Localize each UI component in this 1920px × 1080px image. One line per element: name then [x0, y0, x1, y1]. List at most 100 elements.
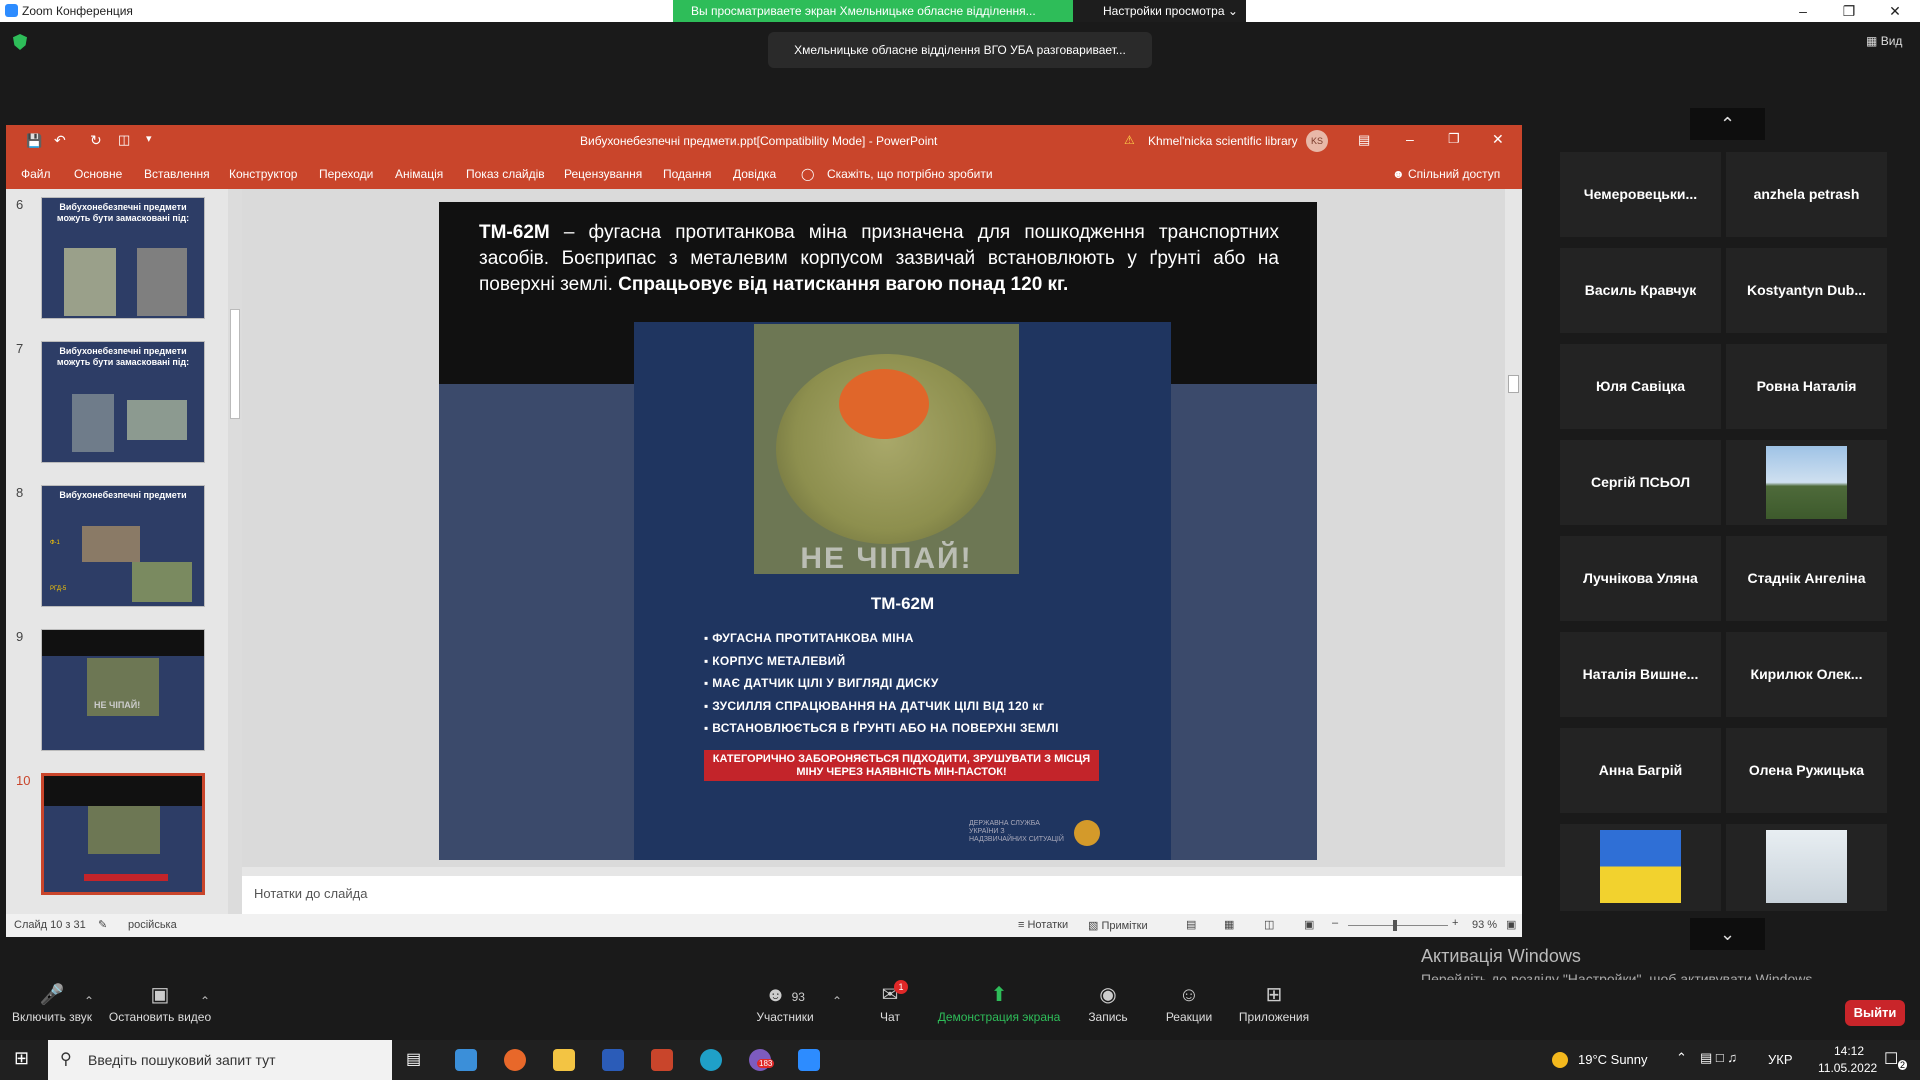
view-options-button[interactable]: Настройки просмотра ⌄	[1073, 0, 1246, 22]
view-button[interactable]: ▦ Вид	[1866, 34, 1902, 48]
participant-tile[interactable]: Лучнікова Уляна	[1560, 536, 1721, 621]
edge-icon[interactable]	[700, 1049, 722, 1071]
slide-thumbnail-8[interactable]: Вибухонебезпечні предмети Ф-1 РГД-5	[41, 485, 205, 607]
tab-review[interactable]: Рецензування	[564, 167, 642, 181]
participant-tile[interactable]: Анна Багрій	[1560, 728, 1721, 813]
start-slideshow-icon[interactable]: ◫	[118, 132, 130, 148]
undo-icon[interactable]: ↶	[54, 132, 66, 149]
redo-icon[interactable]: ↻	[90, 132, 102, 149]
chevron-up-icon[interactable]: ⌃	[84, 994, 94, 1008]
minimize-icon[interactable]: –	[1780, 0, 1826, 22]
tab-insert[interactable]: Вставлення	[144, 167, 210, 181]
file-explorer-icon[interactable]	[553, 1049, 575, 1071]
slideshow-view-icon[interactable]: ▣	[1304, 918, 1314, 931]
participants-button[interactable]: ☻ 93 Участники	[748, 980, 822, 1024]
apps-button[interactable]: ⊞ Приложения	[1234, 980, 1314, 1024]
comments-toggle[interactable]: ▧ Примітки	[1088, 919, 1148, 932]
viber-icon[interactable]: 183	[749, 1049, 775, 1071]
participant-tile[interactable]: anzhela petrash	[1726, 152, 1887, 237]
stop-video-button[interactable]: ▣ Остановить видео	[108, 980, 212, 1024]
zoom-taskbar-icon[interactable]	[798, 1049, 820, 1071]
record-button[interactable]: ◉ Запись	[1086, 980, 1130, 1024]
chat-button[interactable]: ✉ Чат 1	[868, 980, 912, 1024]
tab-animations[interactable]: Анімація	[395, 167, 443, 181]
sorter-view-icon[interactable]: ▦	[1224, 918, 1234, 931]
share-button[interactable]: Спільний доступ	[1408, 167, 1500, 181]
word-icon[interactable]	[602, 1049, 624, 1071]
notes-toggle[interactable]: ≡ Нотатки	[1018, 919, 1068, 931]
zoom-level[interactable]: 93 %	[1472, 919, 1497, 931]
participant-tile[interactable]: Юля Савіцка	[1560, 344, 1721, 429]
slide-thumbnail-6[interactable]: Вибухонебезпечні предмети можуть бути за…	[41, 197, 205, 319]
scrollbar-thumb[interactable]	[230, 309, 240, 419]
slide-scrollbar[interactable]	[1505, 189, 1522, 867]
customize-qat-icon[interactable]: ▾	[146, 132, 152, 145]
participant-tile[interactable]: Василь Кравчук	[1560, 248, 1721, 333]
slide-thumbnail-9[interactable]: НЕ ЧІПАЙ!	[41, 629, 205, 751]
chevron-up-icon[interactable]: ⌃	[200, 994, 210, 1008]
clock-date[interactable]: 11.05.2022	[1818, 1061, 1877, 1075]
restore-icon[interactable]: ❐	[1826, 0, 1872, 22]
zoom-slider[interactable]	[1348, 920, 1448, 931]
tab-home[interactable]: Основне	[74, 167, 122, 181]
slide-thumbnail-10[interactable]	[41, 773, 205, 895]
fit-slide-icon[interactable]: ▣	[1506, 918, 1516, 931]
taskbar-search-input[interactable]: Введіть пошуковий запит тут	[48, 1040, 392, 1080]
participant-tile[interactable]: Сергій ПСЬОЛ	[1560, 440, 1721, 525]
account-name[interactable]: Khmel'nicka scientific library	[1148, 134, 1298, 148]
participant-tile-video[interactable]	[1726, 824, 1887, 911]
leave-meeting-button[interactable]: Выйти	[1845, 1000, 1905, 1026]
ppt-restore-icon[interactable]: ❐	[1448, 131, 1460, 147]
powerpoint-icon[interactable]	[651, 1049, 673, 1071]
save-icon[interactable]: 💾	[26, 133, 42, 149]
input-language[interactable]: УКР	[1768, 1052, 1793, 1067]
zoom-out-icon[interactable]: –	[1332, 917, 1338, 929]
participant-tile[interactable]: Ровна Наталія	[1726, 344, 1887, 429]
notifications-icon[interactable]: ☐	[1884, 1049, 1898, 1069]
participant-tile[interactable]: Чемеровецьки...	[1560, 152, 1721, 237]
spellcheck-icon[interactable]: ✎	[98, 918, 107, 931]
zoom-in-icon[interactable]: +	[1452, 917, 1458, 929]
avatar[interactable]: KS	[1306, 130, 1328, 152]
zoom-slider-handle[interactable]	[1393, 920, 1397, 931]
participant-tile-video[interactable]	[1560, 824, 1721, 911]
participant-tile-video[interactable]	[1726, 440, 1887, 525]
normal-view-icon[interactable]: ▤	[1186, 918, 1196, 931]
task-view-icon[interactable]: ▤	[406, 1049, 421, 1069]
language-indicator[interactable]: російська	[128, 919, 177, 931]
reactions-button[interactable]: ☺ Реакции	[1160, 980, 1218, 1024]
participant-tile[interactable]: Наталія Вишне...	[1560, 632, 1721, 717]
tab-view[interactable]: Подання	[663, 167, 711, 181]
participant-tile[interactable]: Kostyantyn Dub...	[1726, 248, 1887, 333]
current-slide[interactable]: ТМ-62М – фугасна протитанкова міна призн…	[439, 202, 1317, 860]
share-screen-button[interactable]: ⬆ Демонстрация экрана	[936, 980, 1062, 1024]
chevron-up-icon[interactable]: ⌃	[1676, 1050, 1687, 1066]
firefox-icon[interactable]	[504, 1049, 526, 1071]
slide-thumbnail-7[interactable]: Вибухонебезпечні предмети можуть бути за…	[41, 341, 205, 463]
participant-tile[interactable]: Олена Ружицька	[1726, 728, 1887, 813]
tray-icons[interactable]: ▤ □ ♫	[1700, 1050, 1737, 1066]
weather-widget[interactable]: 19°C Sunny	[1578, 1052, 1648, 1067]
participant-tile[interactable]: Стаднік Ангеліна	[1726, 536, 1887, 621]
ppt-close-icon[interactable]: ✕	[1492, 131, 1504, 148]
close-icon[interactable]: ✕	[1872, 0, 1918, 22]
store-icon[interactable]	[455, 1049, 477, 1071]
tab-help[interactable]: Довідка	[733, 167, 776, 181]
scrollbar-thumb[interactable]	[1508, 375, 1519, 393]
tab-design[interactable]: Конструктор	[229, 167, 297, 181]
tab-transitions[interactable]: Переходи	[319, 167, 373, 181]
tab-file[interactable]: Файл	[21, 167, 51, 181]
chevron-up-icon[interactable]: ⌃	[832, 994, 842, 1008]
windows-start-icon[interactable]: ⊞	[14, 1048, 29, 1069]
ppt-minimize-icon[interactable]: –	[1406, 131, 1414, 147]
tab-slideshow[interactable]: Показ слайдів	[466, 167, 545, 181]
clock-time[interactable]: 14:12	[1834, 1044, 1864, 1058]
shield-icon[interactable]	[13, 34, 27, 50]
ribbon-display-icon[interactable]: ▤	[1358, 132, 1370, 148]
reading-view-icon[interactable]: ◫	[1264, 918, 1274, 931]
thumbnails-scrollbar[interactable]	[228, 189, 242, 914]
tell-me-box[interactable]: Скажіть, що потрібно зробити	[827, 167, 993, 181]
notes-pane[interactable]: Нотатки до слайда	[242, 876, 1522, 914]
participant-tile[interactable]: Кирилюк Олек...	[1726, 632, 1887, 717]
unmute-button[interactable]: 🎤 Включить звук	[10, 980, 94, 1024]
